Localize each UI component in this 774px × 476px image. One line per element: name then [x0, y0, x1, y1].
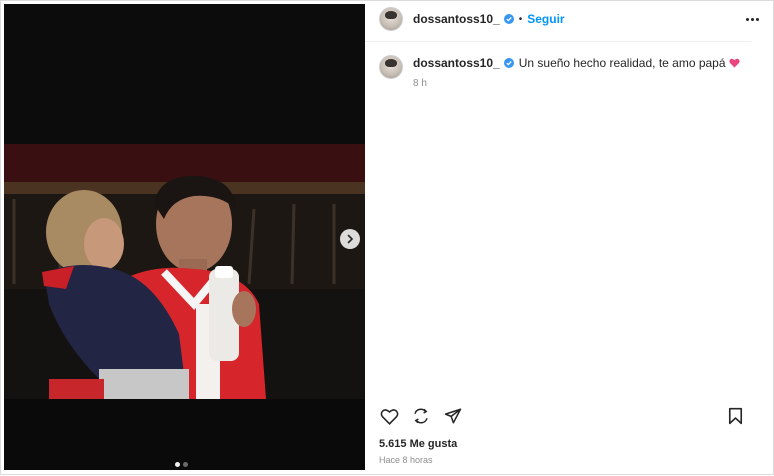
post-side-panel: dossantoss10_ • Seguir dossantoss10_ Un … [365, 1, 774, 476]
pink-heart-emoji-icon [728, 58, 740, 68]
carousel-indicator [175, 462, 188, 467]
post-timestamp: Hace 8 horas [379, 455, 433, 465]
share-button[interactable] [443, 406, 463, 426]
post-media[interactable] [4, 4, 365, 470]
like-button[interactable] [379, 406, 399, 426]
likes-count[interactable]: 5.615 Me gusta [379, 438, 457, 450]
more-options-icon[interactable] [742, 14, 763, 25]
comment-icon [414, 408, 428, 424]
carousel-dot-active [175, 462, 180, 467]
chevron-right-icon [347, 234, 354, 244]
post-photo [4, 4, 365, 470]
instagram-post: dossantoss10_ • Seguir dossantoss10_ Un … [0, 0, 774, 475]
carousel-dot [183, 462, 188, 467]
author-username[interactable]: dossantoss10_ [413, 12, 500, 26]
post-caption: dossantoss10_ Un sueño hecho realidad, t… [379, 55, 749, 92]
header-divider [365, 41, 751, 42]
caption-text: Un sueño hecho realidad, te amo papá [518, 56, 726, 70]
comment-button[interactable] [411, 406, 431, 426]
caption-username[interactable]: dossantoss10_ [413, 55, 500, 71]
verified-badge-icon [503, 14, 514, 24]
post-actions [379, 406, 751, 426]
paper-plane-icon [444, 408, 462, 424]
follow-button[interactable]: Seguir [527, 12, 564, 26]
caption-time: 8 h [413, 78, 427, 89]
save-button[interactable] [725, 406, 745, 426]
avatar[interactable] [379, 7, 403, 31]
verified-badge-icon [503, 58, 514, 68]
bookmark-icon [728, 407, 742, 425]
next-slide-button[interactable] [340, 229, 360, 249]
header-separator: • [518, 13, 523, 25]
post-header: dossantoss10_ • Seguir [379, 6, 763, 32]
caption-avatar[interactable] [379, 55, 403, 79]
heart-outline-icon [380, 408, 398, 425]
